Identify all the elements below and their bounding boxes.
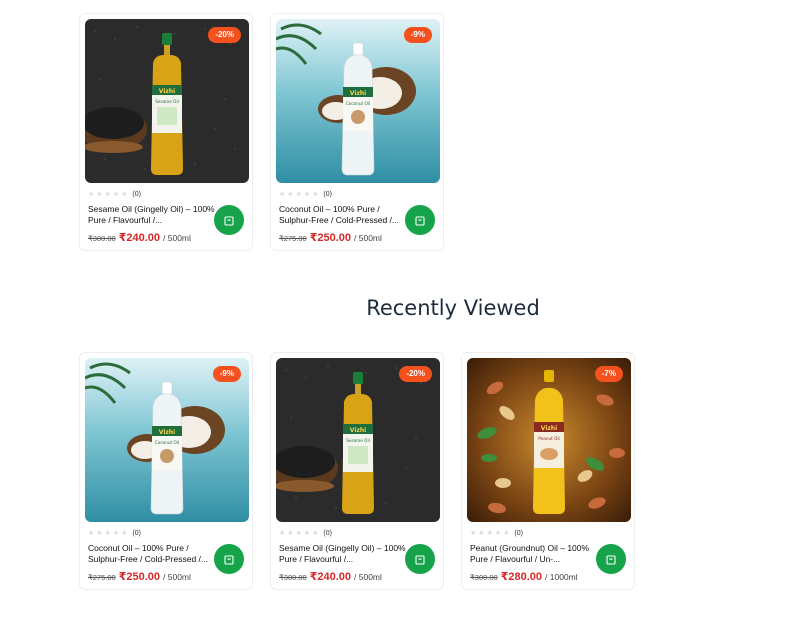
price-row: ₹300.00 ₹240.00 / 500ml [88,231,191,244]
shopping-bag-icon [415,555,425,565]
star-icon: ★ [279,191,286,198]
rating: ★ ★ ★ ★ ★ (0) [279,529,332,538]
svg-text:Sesame Oil: Sesame Oil [155,99,179,104]
star-icon: ★ [470,530,477,537]
rating: ★ ★ ★ ★ ★ (0) [88,529,141,538]
star-icon: ★ [287,530,294,537]
svg-text:Vizhi: Vizhi [541,425,557,432]
price-row: ₹275.00 ₹250.00 / 500ml [279,231,382,244]
star-icon: ★ [486,530,493,537]
old-price: ₹300.00 [470,573,498,582]
discount-badge: -9% [212,366,241,382]
product-title[interactable]: Coconut Oil – 100% Pure / Sulphur-Free /… [279,204,407,226]
star-icon: ★ [96,530,103,537]
star-icon: ★ [112,191,120,198]
old-price: ₹275.00 [88,573,116,582]
star-icon: ★ [104,530,111,537]
add-to-cart-button[interactable] [405,544,435,574]
shopping-bag-icon [606,555,616,565]
old-price: ₹300.00 [279,573,307,582]
rating: ★ ★ ★ ★ ★ (0) [279,190,332,199]
product-image-coconut[interactable]: Vizhi Coconut Oil -9% [85,358,249,522]
star-icon: ★ [121,191,128,198]
sale-price: ₹250.00 [118,571,161,583]
star-icon: ★ [279,530,286,537]
star-icon: ★ [295,191,302,198]
rating-count: (0) [132,530,141,537]
discount-badge: -20% [208,27,241,43]
rating-count: (0) [132,191,141,198]
rating: ★ ★ ★ ★ ★ (0) [88,190,141,199]
product-image-peanut[interactable]: Vizhi Peanut Oil -7% [467,358,631,522]
star-icon: ★ [112,530,120,537]
unit-size: / 500ml [354,233,382,243]
shopping-bag-icon [224,216,234,226]
star-icon: ★ [96,191,103,198]
sale-price: ₹240.00 [309,571,352,583]
add-to-cart-button[interactable] [596,544,626,574]
old-price: ₹275.00 [279,234,307,243]
star-icon: ★ [303,530,311,537]
star-icon: ★ [295,530,302,537]
svg-text:Sesame Oil: Sesame Oil [346,438,370,443]
star-icon: ★ [478,530,485,537]
product-card-sesame-recent[interactable]: Vizhi Sesame Oil -20% ★ ★ ★ ★ ★ (0) Sesame O… [270,352,444,590]
price-row: ₹300.00 ₹240.00 / 500ml [279,570,382,583]
sale-price: ₹250.00 [309,232,352,244]
star-icon: ★ [303,191,311,198]
star-icon: ★ [494,530,502,537]
svg-text:Vizhi: Vizhi [350,90,366,97]
unit-size: / 500ml [354,572,382,582]
product-image-sesame[interactable]: Vizhi Sesame Oil -20% [276,358,440,522]
star-icon: ★ [121,530,128,537]
product-image-coconut[interactable]: Vizhi Coconut Oil -9% [276,19,440,183]
svg-text:Peanut Oil: Peanut Oil [538,436,559,441]
star-icon: ★ [104,191,111,198]
star-icon: ★ [312,191,319,198]
product-title[interactable]: Sesame Oil (Gingelly Oil) – 100% Pure / … [279,543,407,565]
star-icon: ★ [88,191,95,198]
star-icon: ★ [312,530,319,537]
discount-badge: -7% [594,366,623,382]
star-icon: ★ [88,530,95,537]
old-price: ₹300.00 [88,234,116,243]
svg-text:Vizhi: Vizhi [350,427,366,434]
product-card-coconut-top[interactable]: Vizhi Coconut Oil -9% ★ ★ ★ ★ ★ (0) Coconut … [270,13,444,251]
sale-price: ₹280.00 [500,571,543,583]
product-card-sesame-top[interactable]: Vizhi Sesame Oil -20% ★ ★ ★ ★ ★ (0) Sesame O… [79,13,253,251]
unit-size: / 1000ml [545,572,578,582]
rating-count: (0) [323,191,332,198]
product-card-peanut-recent[interactable]: Vizhi Peanut Oil -7% ★ ★ ★ ★ ★ (0) Peanut (G… [461,352,635,590]
rating: ★ ★ ★ ★ ★ (0) [470,529,523,538]
sale-price: ₹240.00 [118,232,161,244]
shopping-bag-icon [224,555,234,565]
discount-badge: -20% [399,366,432,382]
add-to-cart-button[interactable] [214,205,244,235]
rating-count: (0) [514,530,523,537]
section-heading-recently-viewed: Recently Viewed [366,296,540,320]
discount-badge: -9% [403,27,432,43]
star-icon: ★ [503,530,510,537]
product-title[interactable]: Peanut (Groundnut) Oil – 100% Pure / Fla… [470,543,598,565]
svg-text:Vizhi: Vizhi [159,429,175,436]
star-icon: ★ [287,191,294,198]
product-card-coconut-recent[interactable]: Vizhi Coconut Oil -9% ★ ★ ★ ★ ★ (0) Coconut … [79,352,253,590]
unit-size: / 500ml [163,572,191,582]
svg-text:Coconut Oil: Coconut Oil [155,440,179,445]
add-to-cart-button[interactable] [405,205,435,235]
unit-size: / 500ml [163,233,191,243]
product-title[interactable]: Sesame Oil (Gingelly Oil) – 100% Pure / … [88,204,216,226]
price-row: ₹300.00 ₹280.00 / 1000ml [470,570,578,583]
svg-text:Coconut Oil: Coconut Oil [346,101,370,106]
shopping-bag-icon [415,216,425,226]
add-to-cart-button[interactable] [214,544,244,574]
price-row: ₹275.00 ₹250.00 / 500ml [88,570,191,583]
rating-count: (0) [323,530,332,537]
product-title[interactable]: Coconut Oil – 100% Pure / Sulphur-Free /… [88,543,216,565]
svg-text:Vizhi: Vizhi [159,88,175,95]
product-image-sesame[interactable]: Vizhi Sesame Oil -20% [85,19,249,183]
